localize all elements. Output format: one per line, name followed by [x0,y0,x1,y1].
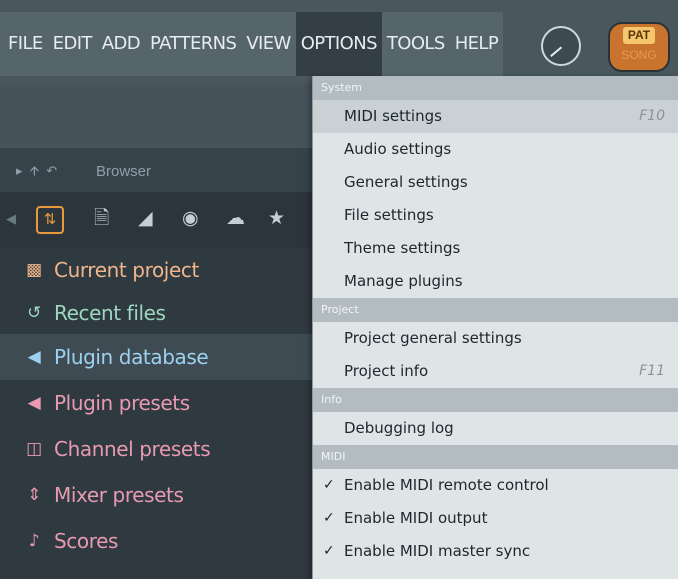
menu-item-manage-plugins[interactable]: Manage plugins [313,265,678,298]
menu-item-general-settings[interactable]: General settings [313,166,678,199]
section-header-system: System [313,76,678,100]
menu-item-label: MIDI settings [344,107,442,125]
scroll-left-icon[interactable]: ◀ [6,206,16,232]
checkmark-icon: ✓ [323,510,335,526]
menu-item-label: Manage plugins [344,272,463,290]
menu-tools[interactable]: TOOLS [382,12,450,76]
mixer-icon: ⇕ [27,485,41,505]
menu-options[interactable]: OPTIONS [295,12,382,76]
menu-item-enable-midi-master-sync[interactable]: ✓ Enable MIDI master sync [313,535,678,568]
menu-item-enable-midi-output[interactable]: ✓ Enable MIDI output [313,502,678,535]
section-header-midi: MIDI [313,445,678,469]
browser-item-recent-files[interactable]: ↺ Recent files [0,291,316,334]
shortcut-label: F10 [639,108,665,124]
menu-edit[interactable]: EDIT [48,12,97,76]
browser-item-label: Scores [54,529,119,553]
menu-item-debugging-log[interactable]: Debugging log [313,412,678,445]
menu-item-project-info[interactable]: Project info F11 [313,355,678,388]
browser-item-mixer-presets[interactable]: ⇕ Mixer presets [0,472,316,518]
menu-bar: FILE EDIT ADD PATTERNS VIEW OPTIONS TOOL… [0,0,678,84]
menu-item-project-general-settings[interactable]: Project general settings [313,322,678,355]
browser-nav-arrows[interactable]: ▸ 🡩 ↶ [16,162,57,184]
menu-patterns[interactable]: PATTERNS [145,12,241,76]
browser-toolbar: ◀ ⇅ 🗎 ◢ ◉ ☁ ★ [0,192,316,248]
note-icon: ♪ [28,531,40,551]
browser-header: ▸ 🡩 ↶ Browser [0,148,316,192]
menu-item-label: Theme settings [344,239,461,257]
speaker-icon[interactable]: ◢ [138,206,153,232]
browser-item-plugin-presets[interactable]: ◀ Plugin presets [0,380,316,426]
song-label: SONG [621,48,657,62]
browser-list: ▩ Current project ↺ Recent files ◀ Plugi… [0,248,316,564]
menu-group: FILE EDIT ADD PATTERNS VIEW OPTIONS TOOL… [0,12,504,76]
menu-item-enable-midi-remote-control[interactable]: ✓ Enable MIDI remote control [313,469,678,502]
browser-item-label: Channel presets [54,437,211,461]
browser-item-label: Plugin presets [54,391,190,415]
browser-item-label: Current project [54,257,199,282]
pat-song-toggle[interactable]: PAT SONG [608,22,670,72]
section-header-project: Project [313,298,678,322]
browser-item-current-project[interactable]: ▩ Current project [0,248,316,291]
browser-panel: ▸ 🡩 ↶ Browser ◀ ⇅ 🗎 ◢ ◉ ☁ ★ ▩ Current pr… [0,84,316,579]
menu-item-label: Enable MIDI remote control [344,476,549,494]
section-header-info: Info [313,388,678,412]
options-dropdown-menu: System MIDI settings F10 Audio settings … [312,76,678,579]
menu-item-theme-settings[interactable]: Theme settings [313,232,678,265]
channel-icon: ◫ [26,439,42,459]
checkmark-icon: ✓ [323,543,335,559]
menu-add[interactable]: ADD [97,12,145,76]
star-icon[interactable]: ★ [268,206,285,232]
pat-label: PAT [623,27,655,44]
menu-item-label: Debugging log [344,419,454,437]
main-volume-knob[interactable] [541,26,581,66]
globe-icon[interactable]: ◉ [182,206,199,232]
speaker-icon: ◀ [27,347,41,367]
menu-item-label: Audio settings [344,140,452,158]
page-icon: ▩ [26,259,42,280]
cloud-icon[interactable]: ☁ [226,206,245,232]
waveform-icon[interactable]: ⇅ [36,206,64,234]
menu-item-label: Project info [344,362,429,380]
folder-arrow-icon: ↺ [27,302,41,323]
menu-help[interactable]: HELP [450,12,503,76]
browser-item-scores[interactable]: ♪ Scores [0,518,316,564]
menu-item-file-settings[interactable]: File settings [313,199,678,232]
menu-item-label: File settings [344,206,434,224]
page-icon[interactable]: 🗎 [94,206,109,232]
main-menu: FILE EDIT ADD PATTERNS VIEW OPTIONS TOOL… [0,12,504,76]
menu-item-label: Enable MIDI master sync [344,542,531,560]
browser-item-channel-presets[interactable]: ◫ Channel presets [0,426,316,472]
menu-item-label: General settings [344,173,468,191]
menu-item-label: Enable MIDI output [344,509,488,527]
browser-item-label: Mixer presets [54,483,184,507]
panel-top-area [0,84,316,148]
browser-item-label: Recent files [54,300,166,325]
menu-file[interactable]: FILE [0,12,48,76]
browser-item-label: Plugin database [54,345,209,369]
speaker-icon: ◀ [27,393,41,413]
checkmark-icon: ✓ [323,477,335,493]
browser-title: Browser [96,163,152,180]
menu-view[interactable]: VIEW [241,12,295,76]
menu-item-label: Project general settings [344,329,522,347]
menu-item-midi-settings[interactable]: MIDI settings F10 [313,100,678,133]
shortcut-label: F11 [639,363,665,379]
browser-item-plugin-database[interactable]: ◀ Plugin database [0,334,316,380]
menu-item-audio-settings[interactable]: Audio settings [313,133,678,166]
